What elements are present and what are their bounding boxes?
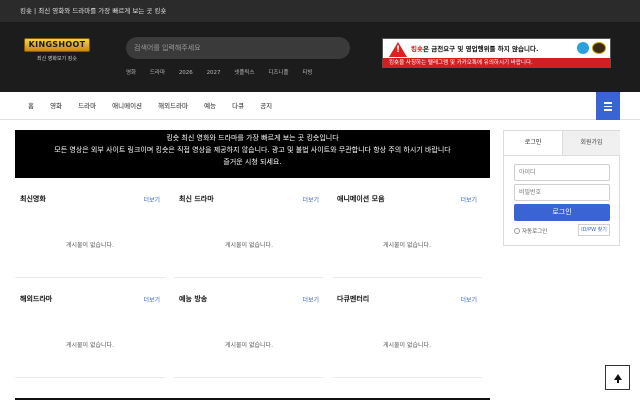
banner-line-1-text: 은 금전요구 및 영업행위를 하지 않습니다. xyxy=(422,45,539,53)
top-bar: 킹숏 | 최신 영화와 드라마를 가장 빠르게 보는 곳 킹숏 xyxy=(0,0,640,22)
board-more-link[interactable]: 더보기 xyxy=(460,195,477,204)
search-box xyxy=(126,37,466,59)
board-more-link[interactable]: 더보기 xyxy=(143,295,160,304)
keyword-link[interactable]: 영화 xyxy=(126,70,136,76)
board-panel: 최신영화 더보기 게시물이 없습니다. xyxy=(15,190,165,278)
keyword-link[interactable]: 디즈니플 xyxy=(268,70,288,76)
telegram-icon xyxy=(577,42,589,54)
board-title[interactable]: 최신 드라마 xyxy=(179,194,214,204)
board-more-link[interactable]: 더보기 xyxy=(302,195,319,204)
login-tabs: 로그인 회원가입 xyxy=(504,131,620,156)
keyword-link[interactable]: 2026 xyxy=(179,70,193,76)
main-nav: 홈 영화 드라마 애니메이션 해외드라마 예능 다큐 공지 xyxy=(0,92,640,120)
site-header: KINGSHOOT 최신 영화보기 킹숏 영화 드라마 2026 2027 넷플… xyxy=(0,22,640,92)
board-title[interactable]: 해외드라마 xyxy=(20,294,52,304)
board-more-link[interactable]: 더보기 xyxy=(143,195,160,204)
keyword-link[interactable]: 드라마 xyxy=(150,70,165,76)
board-empty-text: 게시물이 없습니다. xyxy=(383,242,431,249)
logo-wordmark: KINGSHOOT xyxy=(24,38,90,52)
login-button[interactable]: 로그인 xyxy=(514,204,610,221)
nav-item-home[interactable]: 홈 xyxy=(28,102,34,110)
nav-item-animation[interactable]: 애니메이션 xyxy=(112,102,142,110)
warning-banner[interactable]: ! 킹숏은 금전요구 및 영업행위를 하지 않습니다. 킹숏을 사칭하는 텔레그… xyxy=(382,38,611,68)
logo-subtitle: 최신 영화보기 킹숏 xyxy=(37,56,77,62)
banner-line-1: 킹숏은 금전요구 및 영업행위를 하지 않습니다. xyxy=(411,43,538,53)
board-empty-text: 게시물이 없습니다. xyxy=(66,342,114,349)
password-field[interactable] xyxy=(514,184,610,201)
popular-keywords: 영화 드라마 2026 2027 넷플릭스 디즈니플 티빙 xyxy=(126,68,324,78)
board-title[interactable]: 애니메이션 모음 xyxy=(337,194,385,204)
username-field[interactable] xyxy=(514,164,610,181)
nav-items: 홈 영화 드라마 애니메이션 해외드라마 예능 다큐 공지 xyxy=(28,92,286,120)
board-empty-text: 게시물이 없습니다. xyxy=(66,242,114,249)
banner-line-2: 킹숏을 사칭하는 텔레그램 및 카카오톡에 유의하시기 바랍니다. xyxy=(383,58,610,68)
nav-item-variety[interactable]: 예능 xyxy=(204,102,216,110)
keyword-link[interactable]: 넷플릭스 xyxy=(234,70,254,76)
exclamation-icon: ! xyxy=(396,45,401,55)
nav-item-movie[interactable]: 영화 xyxy=(50,102,62,110)
search-input[interactable] xyxy=(134,42,324,54)
notice-line-3: 즐거운 시청 되세요. xyxy=(223,158,282,166)
kakaotalk-icon xyxy=(592,42,606,54)
keyword-link[interactable]: 티빙 xyxy=(302,70,312,76)
notice-line-1: 킹숏 최신 영화와 드라마를 가장 빠르게 보는 곳 킹숏입니다 xyxy=(166,134,339,142)
board-title[interactable]: 다큐멘터리 xyxy=(337,294,369,304)
tab-login[interactable]: 로그인 xyxy=(504,131,562,155)
board-empty-text: 게시물이 없습니다. xyxy=(225,242,273,249)
board-panel: 해외드라마 더보기 게시물이 없습니다. xyxy=(15,290,165,378)
nav-item-foreign-drama[interactable]: 해외드라마 xyxy=(158,102,188,110)
nav-item-documentary[interactable]: 다큐 xyxy=(232,102,244,110)
auto-login-label: 자동로그인 xyxy=(522,229,548,235)
board-empty-text: 게시물이 없습니다. xyxy=(383,342,431,349)
checkbox-icon xyxy=(514,228,520,234)
board-title[interactable]: 최신영화 xyxy=(20,194,46,204)
keyword-link[interactable]: 2027 xyxy=(207,70,221,76)
top-bar-text: 킹숏 | 최신 영화와 드라마를 가장 빠르게 보는 곳 킹숏 xyxy=(20,7,167,15)
board-panel: 최신 드라마 더보기 게시물이 없습니다. xyxy=(174,190,324,278)
board-panel: 예능 방송 더보기 게시물이 없습니다. xyxy=(174,290,324,378)
scroll-top-button[interactable] xyxy=(605,365,630,390)
hamburger-menu-icon[interactable] xyxy=(596,92,620,120)
find-account-link[interactable]: ID/PW 찾기 xyxy=(578,224,610,236)
board-empty-text: 게시물이 없습니다. xyxy=(225,342,273,349)
board-title[interactable]: 예능 방송 xyxy=(179,294,207,304)
site-logo[interactable]: KINGSHOOT 최신 영화보기 킹숏 xyxy=(24,38,90,66)
tab-register[interactable]: 회원가입 xyxy=(562,131,620,155)
nav-item-notice[interactable]: 공지 xyxy=(260,102,272,110)
auto-login-checkbox[interactable]: 자동로그인 xyxy=(514,227,547,235)
notice-box: 킹숏 최신 영화와 드라마를 가장 빠르게 보는 곳 킹숏입니다 모든 영상은 … xyxy=(15,130,490,178)
board-more-link[interactable]: 더보기 xyxy=(302,295,319,304)
board-panel: 애니메이션 모음 더보기 게시물이 없습니다. xyxy=(332,190,482,278)
notice-line-2: 모든 영상은 외부 사이트 링크이며 킹숏은 직접 영상을 제공하지 않습니다.… xyxy=(54,146,451,154)
board-more-link[interactable]: 더보기 xyxy=(460,295,477,304)
login-panel: 로그인 회원가입 로그인 자동로그인 ID/PW 찾기 xyxy=(503,130,620,246)
nav-item-drama[interactable]: 드라마 xyxy=(78,102,96,110)
board-panel: 다큐멘터리 더보기 게시물이 없습니다. xyxy=(332,290,482,378)
banner-brand: 킹숏 xyxy=(411,45,423,53)
